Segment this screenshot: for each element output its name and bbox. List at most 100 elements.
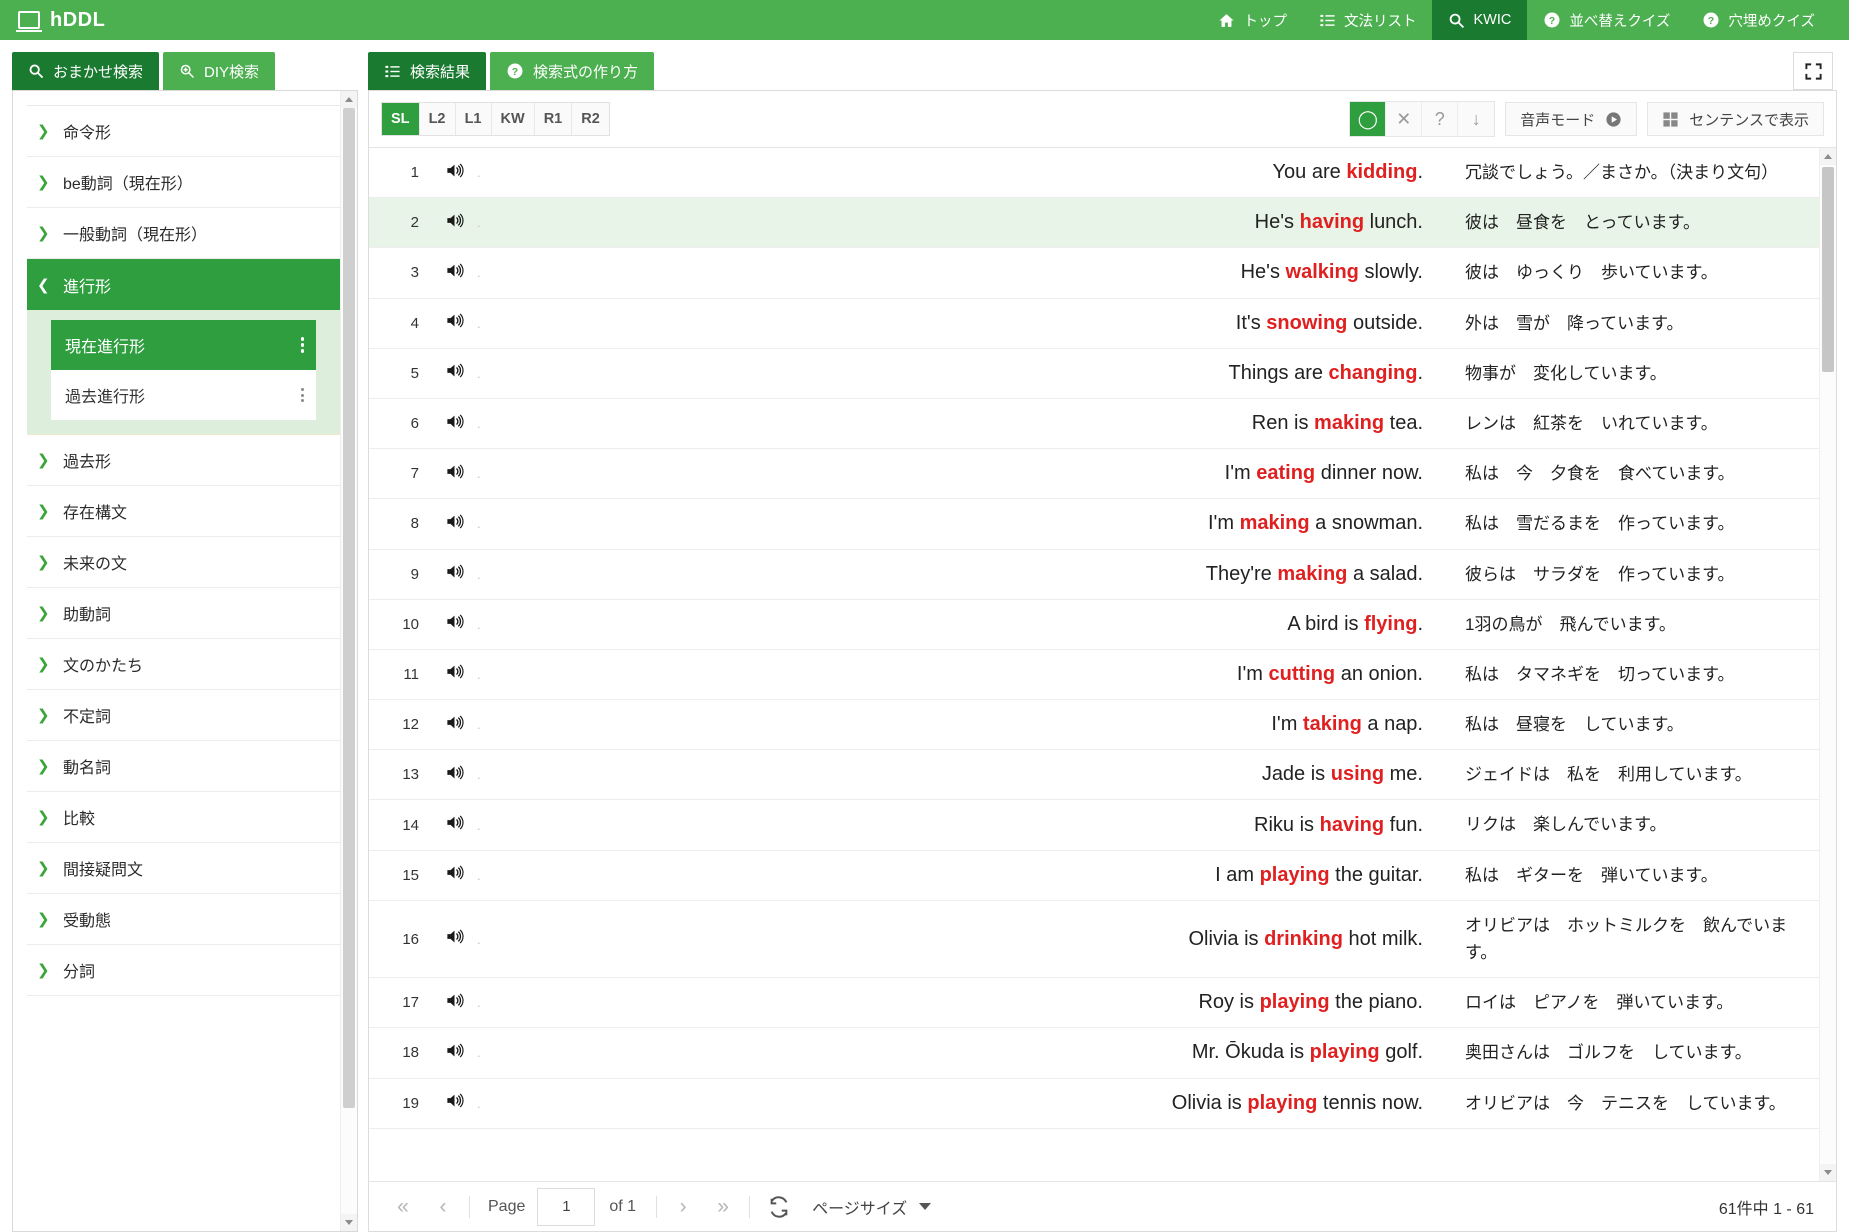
nav-item-fill-in-quiz[interactable]: ? 穴埋めクイズ — [1686, 0, 1831, 40]
row-number: 12 — [402, 716, 419, 734]
speaker-icon — [444, 991, 465, 1015]
play-audio-button[interactable] — [431, 649, 477, 699]
play-audio-button[interactable] — [431, 348, 477, 398]
speaker-icon — [444, 863, 465, 887]
results-scrollbar[interactable] — [1819, 148, 1836, 1181]
scroll-down-button[interactable] — [1820, 1164, 1836, 1181]
table-row[interactable]: 9. They're making a salad. 彼らは サラダを 作っています… — [369, 549, 1819, 600]
nav-item-top[interactable]: トップ — [1202, 0, 1303, 40]
table-row[interactable]: 1. You are kidding. 冗談でしょう。／まさか。（決まり文句） — [369, 148, 1819, 198]
tree-node-passive[interactable]: ❯ 受動態 — [27, 894, 340, 945]
table-row[interactable]: 16. Olivia is drinking hot milk. オリビアは ホット… — [369, 900, 1819, 978]
refresh-icon[interactable] — [756, 1195, 802, 1218]
kebab-menu-icon[interactable] — [300, 337, 304, 353]
next-page-button[interactable]: › — [663, 1190, 703, 1224]
table-row[interactable]: 8. I'm making a snowman. 私は 雪だるまを 作っています。 — [369, 499, 1819, 549]
scroll-up-button[interactable] — [341, 91, 357, 108]
play-audio-button[interactable] — [431, 750, 477, 800]
table-row[interactable]: 18. Mr. Ōkuda is playing golf. 奥田さんは ゴルフを … — [369, 1028, 1819, 1079]
arrow-down-icon[interactable]: ↓ — [1458, 102, 1495, 136]
tree-subnode-past-progressive[interactable]: 過去進行形 — [51, 370, 316, 420]
tree-node-imperative[interactable]: ❯ 命令形 — [27, 106, 340, 157]
sort-seg-l2[interactable]: L2 — [419, 103, 456, 135]
table-row[interactable]: 19. Olivia is playing tennis now. オリビアは 今 … — [369, 1078, 1819, 1129]
table-row[interactable]: 12. I'm taking a nap. 私は 昼寝を しています。 — [369, 700, 1819, 750]
tree-node-participle[interactable]: ❯ 分詞 — [27, 945, 340, 996]
play-audio-button[interactable] — [431, 800, 477, 850]
scroll-track[interactable] — [1820, 165, 1836, 1164]
nav-item-grammar-list[interactable]: 文法リスト — [1303, 0, 1433, 40]
tab-query-howto[interactable]: ? 検索式の作り方 — [490, 52, 655, 90]
play-audio-button[interactable] — [431, 298, 477, 348]
tree-node-infinitive[interactable]: ❯ 不定詞 — [27, 690, 340, 741]
scroll-thumb[interactable] — [1822, 167, 1834, 372]
play-audio-button[interactable] — [431, 900, 477, 977]
table-row[interactable]: 15. I am playing the guitar. 私は ギターを 弾いていま… — [369, 850, 1819, 901]
sort-seg-kw[interactable]: KW — [491, 103, 535, 135]
table-row[interactable]: 3. He's walking slowly. 彼は ゆっくり 歩いています。 — [369, 248, 1819, 299]
fullscreen-button[interactable] — [1793, 52, 1833, 90]
sort-seg-l1[interactable]: L1 — [455, 103, 492, 135]
tree-node-progressive[interactable]: ❮ 進行形 — [27, 259, 340, 310]
tree-node-sentence-types[interactable]: ❯ 文のかたち — [27, 639, 340, 690]
kebab-menu-icon[interactable] — [301, 388, 304, 402]
tree-node-be-verb-present[interactable]: ❯ be動詞（現在形） — [27, 157, 340, 208]
play-audio-button[interactable] — [431, 499, 477, 549]
sort-seg-sl[interactable]: SL — [382, 103, 420, 135]
play-audio-button[interactable] — [431, 850, 477, 900]
play-audio-button[interactable] — [431, 398, 477, 448]
scroll-down-button[interactable] — [341, 1214, 357, 1231]
play-audio-button[interactable] — [431, 449, 477, 499]
sidebar-scrollbar[interactable] — [340, 91, 357, 1231]
table-row[interactable]: 4. It's snowing outside. 外は 雪が 降っています。 — [369, 298, 1819, 349]
table-row[interactable]: 11. I'm cutting an onion. 私は タマネギを 切っています。 — [369, 649, 1819, 700]
play-audio-button[interactable] — [431, 248, 477, 298]
table-row[interactable]: 13. Jade is using me. ジェイドは 私を 利用しています。 — [369, 750, 1819, 800]
sentence-japanese: ロイは ピアノを 弾いています。 — [1465, 993, 1734, 1013]
tree-subnode-present-progressive[interactable]: 現在進行形 — [51, 320, 316, 370]
scroll-track[interactable] — [341, 108, 357, 1214]
table-row[interactable]: 10. A bird is flying. 1羽の鳥が 飛んでいます。 — [369, 599, 1819, 650]
tab-diy-search[interactable]: DIY検索 — [163, 52, 276, 90]
tab-search-results[interactable]: 検索結果 — [368, 52, 487, 90]
tree-node-existential[interactable]: ❯ 存在構文 — [27, 486, 340, 537]
page-size-selector[interactable]: ページサイズ — [802, 1195, 941, 1219]
play-audio-button[interactable] — [431, 978, 477, 1028]
table-row[interactable]: 5. Things are changing. 物事が 変化しています。 — [369, 348, 1819, 399]
question-icon[interactable]: ? — [1422, 102, 1459, 136]
tree-node-gerund[interactable]: ❯ 動名詞 — [27, 741, 340, 792]
tree-node-past-tense[interactable]: ❯ 過去形 — [27, 435, 340, 486]
tree-node-comparison[interactable]: ❯ 比較 — [27, 792, 340, 843]
tab-omakase-search[interactable]: おまかせ検索 — [12, 52, 160, 90]
sort-seg-r1[interactable]: R1 — [534, 103, 573, 135]
table-row[interactable]: 17. Roy is playing the piano. ロイは ピアノを 弾いて… — [369, 978, 1819, 1028]
nav-item-reorder-quiz[interactable]: ? 並べ替えクイズ — [1527, 0, 1686, 40]
tree-node-general-verb-present[interactable]: ❯ 一般動詞（現在形） — [27, 208, 340, 259]
tree-node-auxiliary[interactable]: ❯ 助動詞 — [27, 588, 340, 639]
last-page-button[interactable]: » — [703, 1190, 743, 1224]
close-icon[interactable]: ✕ — [1386, 102, 1423, 136]
play-audio-button[interactable] — [431, 148, 477, 198]
play-audio-button[interactable] — [431, 549, 477, 599]
audio-mode-button[interactable]: 音声モード — [1505, 102, 1638, 136]
circle-icon[interactable]: ◯ — [1350, 102, 1387, 136]
play-audio-button[interactable] — [431, 599, 477, 649]
play-audio-button[interactable] — [431, 1028, 477, 1078]
prev-page-button[interactable]: ‹ — [423, 1190, 463, 1224]
table-row[interactable]: 14. Riku is having fun. リクは 楽しんでいます。 — [369, 800, 1819, 851]
table-row[interactable]: 6. Ren is making tea. レンは 紅茶を いれています。 — [369, 398, 1819, 449]
scroll-up-button[interactable] — [1820, 148, 1836, 165]
nav-item-kwic[interactable]: KWIC — [1432, 0, 1528, 40]
table-row[interactable]: 2. He's having lunch. 彼は 昼食を とっています。 — [369, 197, 1819, 248]
play-audio-button[interactable] — [431, 198, 477, 248]
sentence-view-button[interactable]: センテンスで表示 — [1647, 102, 1824, 136]
tree-node-indirect-question[interactable]: ❯ 間接疑問文 — [27, 843, 340, 894]
tree-node-future[interactable]: ❯ 未来の文 — [27, 537, 340, 588]
scroll-thumb[interactable] — [343, 108, 355, 1108]
table-row[interactable]: 7. I'm eating dinner now. 私は 今 夕食を 食べています。 — [369, 449, 1819, 499]
first-page-button[interactable]: « — [383, 1190, 423, 1224]
play-audio-button[interactable] — [431, 700, 477, 750]
page-input[interactable] — [537, 1187, 596, 1226]
sort-seg-r2[interactable]: R2 — [572, 103, 609, 135]
play-audio-button[interactable] — [431, 1078, 477, 1128]
